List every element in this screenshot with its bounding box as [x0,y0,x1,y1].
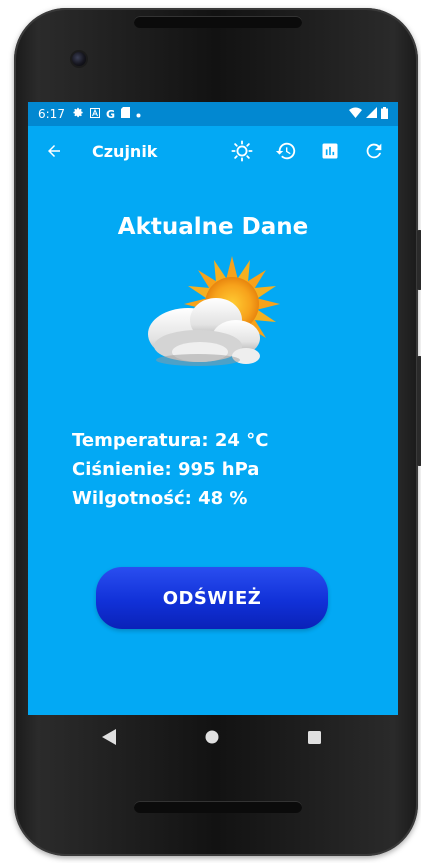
refresh-icon[interactable] [362,139,386,163]
system-nav-bar [28,715,398,759]
back-arrow-icon[interactable] [42,139,66,163]
refresh-button[interactable]: ODŚWIEŻ [96,567,328,629]
app-bar-actions [230,139,386,163]
page-title: Aktualne Dane [117,214,309,240]
gear-icon [73,107,84,121]
front-camera [70,50,88,68]
status-bar: 6:17 G [28,102,398,126]
partly-cloudy-icon [138,254,290,382]
recents-square-icon[interactable] [305,728,323,746]
app-title: Czujnik [92,141,158,161]
status-time: 6:17 [38,107,65,121]
app-bar: Czujnik [28,126,398,176]
wifi-icon [349,107,362,121]
history-icon[interactable] [274,139,298,163]
app-screen: 6:17 G Czujnik Aktualne Dane Temperatura… [28,102,398,715]
volume-button [417,356,421,466]
back-triangle-icon[interactable] [100,728,118,746]
temperature-text: Temperatura: 24 °C [72,430,269,451]
signal-icon [366,107,377,121]
bar-chart-icon[interactable] [318,139,342,163]
sensor-readings: Temperatura: 24 °C Ciśnienie: 995 hPa Wi… [72,426,268,513]
battery-icon [381,106,388,122]
status-right-icons [349,106,388,122]
pressure-text: Ciśnienie: 995 hPa [72,459,260,480]
bottom-speaker [134,801,302,813]
sd-card-icon [120,107,130,121]
brightness-icon[interactable] [230,139,254,163]
a-icon [89,107,100,121]
dot-icon [136,108,141,121]
google-icon: G [105,107,115,121]
home-circle-icon[interactable] [203,728,221,746]
top-speaker [134,16,302,28]
power-button [417,230,421,290]
humidity-text: Wilgotność: 48 % [72,488,248,509]
